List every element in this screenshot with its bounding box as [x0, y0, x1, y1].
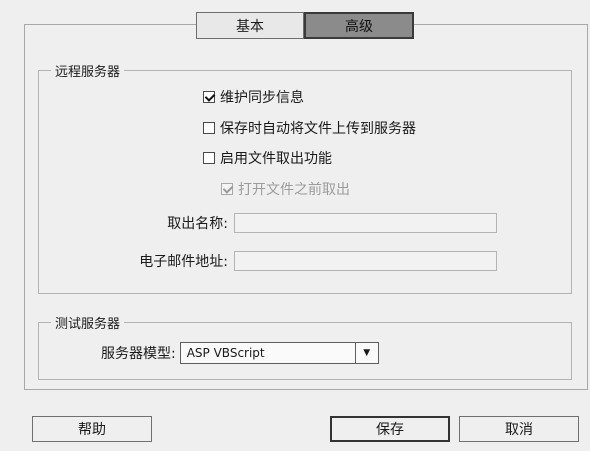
checkout-on-open-label: 打开文件之前取出 [238, 182, 350, 198]
chevron-down-icon[interactable]: ▼ [354, 343, 378, 363]
test-server-legend: 测试服务器 [51, 313, 125, 332]
tab-basic[interactable]: 基本 [196, 12, 304, 39]
email-row: 电子邮件地址: [118, 251, 497, 271]
auto-upload-option[interactable]: 保存时自动将文件上传到服务器 [203, 118, 416, 138]
checkout-on-open-option: 打开文件之前取出 [221, 179, 350, 199]
maintain-sync-checkbox[interactable] [203, 91, 215, 103]
remote-server-legend: 远程服务器 [51, 61, 125, 80]
help-button[interactable]: 帮助 [32, 416, 152, 442]
server-model-select[interactable]: ASP VBScript ▼ [179, 342, 379, 364]
checkout-name-row: 取出名称: [118, 213, 497, 233]
maintain-sync-label: 维护同步信息 [220, 90, 304, 106]
enable-checkout-checkbox[interactable] [203, 152, 215, 164]
enable-checkout-option[interactable]: 启用文件取出功能 [203, 148, 332, 168]
tab-advanced[interactable]: 高级 [304, 12, 414, 39]
auto-upload-label: 保存时自动将文件上传到服务器 [220, 121, 416, 137]
checkout-name-label: 取出名称: [167, 216, 228, 232]
cancel-button[interactable]: 取消 [459, 416, 579, 442]
checkout-on-open-checkbox [221, 183, 233, 195]
maintain-sync-option[interactable]: 维护同步信息 [203, 87, 304, 107]
email-label: 电子邮件地址: [139, 254, 228, 270]
server-model-value: ASP VBScript [186, 346, 265, 360]
save-button[interactable]: 保存 [330, 416, 450, 442]
enable-checkout-label: 启用文件取出功能 [220, 151, 332, 167]
auto-upload-checkbox[interactable] [203, 122, 215, 134]
server-model-label: 服务器模型: [101, 346, 176, 362]
server-model-row: 服务器模型: ASP VBScript ▼ [101, 342, 379, 364]
email-field [234, 251, 497, 271]
checkout-name-field [234, 213, 497, 233]
tab-bar: 基本 高级 [196, 12, 414, 39]
